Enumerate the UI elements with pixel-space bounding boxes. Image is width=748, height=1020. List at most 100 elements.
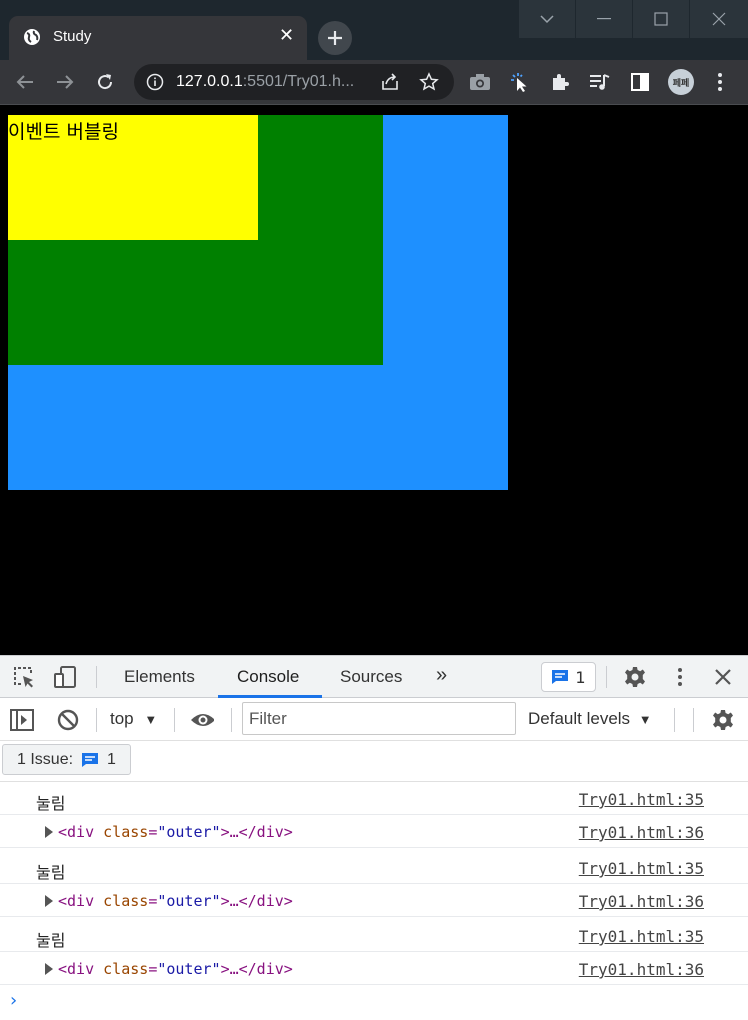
gear-icon (625, 667, 645, 687)
dropdown-arrow-icon: ▼ (638, 712, 652, 727)
url-path: :5501/Try01.h... (242, 73, 355, 90)
log-element[interactable]: <div class="outer">…</div> (58, 892, 293, 910)
minimize-icon (597, 18, 611, 20)
tag-open: <div (58, 960, 104, 978)
close-tab-icon[interactable]: ✕ (279, 26, 294, 46)
log-source-link[interactable]: Try01.html:36 (579, 823, 704, 842)
expand-triangle-icon[interactable] (45, 826, 53, 838)
share-icon[interactable] (380, 73, 400, 91)
console-message: 눌림 Try01.html:35 (0, 851, 748, 884)
tag-close: >…</div> (220, 960, 293, 978)
camera-icon (470, 74, 490, 90)
context-selector[interactable]: top ▼ (110, 709, 157, 729)
log-source-link[interactable]: Try01.html:35 (579, 790, 704, 809)
url-text[interactable]: 127.0.0.1:5501/Try01.h... (176, 73, 354, 91)
show-sidebar-button[interactable] (10, 708, 34, 732)
issues-button[interactable]: 1 Issue: 1 (2, 744, 131, 775)
log-source-link[interactable]: Try01.html:35 (579, 859, 704, 878)
info-icon[interactable] (146, 73, 164, 91)
more-tabs-button[interactable]: » (436, 664, 447, 687)
attr-name: class (103, 960, 149, 978)
new-tab-button[interactable] (318, 21, 352, 55)
console-message: 눌림 Try01.html:35 (0, 919, 748, 952)
inspect-icon (14, 667, 33, 688)
tag-close: >…</div> (220, 823, 293, 841)
puzzle-icon (553, 74, 569, 90)
inner-box[interactable]: 이벤트 버블링 (8, 115, 258, 240)
log-source-link[interactable]: Try01.html:36 (579, 960, 704, 979)
devtools-menu-button[interactable] (668, 665, 692, 689)
minimize-button[interactable] (576, 0, 632, 38)
message-icon (552, 670, 569, 684)
console-toolbar: top ▼ Default levels ▼ (0, 698, 748, 741)
devtools-settings-button[interactable] (623, 665, 647, 689)
more-vertical-icon (678, 668, 682, 686)
address-bar[interactable]: 127.0.0.1:5501/Try01.h... (134, 64, 454, 100)
log-text: 눌림 (36, 794, 66, 813)
device-toolbar-button[interactable] (53, 665, 77, 689)
separator (606, 666, 607, 688)
star-icon[interactable] (419, 72, 439, 92)
outer-box[interactable]: 이벤트 버블링 (8, 115, 508, 490)
tab-search-button[interactable] (519, 0, 575, 38)
forward-button[interactable] (53, 70, 77, 94)
inner-box-label: 이벤트 버블링 (8, 121, 119, 143)
maximize-button[interactable] (633, 0, 689, 38)
page-viewport: 이벤트 버블링 (0, 106, 748, 655)
reload-icon (98, 74, 113, 90)
tab-console[interactable]: Console (237, 667, 299, 687)
log-element[interactable]: <div class="outer">…</div> (58, 960, 293, 978)
side-panel-button[interactable] (628, 70, 652, 94)
more-vertical-icon (718, 73, 722, 91)
attr-eq: = (148, 892, 158, 910)
tab-elements[interactable]: Elements (124, 667, 195, 687)
attr-value: "outer" (157, 823, 221, 841)
attr-name: class (103, 892, 149, 910)
separator (174, 708, 175, 732)
tab-sources[interactable]: Sources (340, 667, 402, 687)
side-panel-icon (631, 73, 649, 91)
filter-box[interactable] (242, 702, 516, 735)
live-expression-button[interactable] (190, 708, 214, 732)
middle-box[interactable]: 이벤트 버블링 (8, 115, 383, 365)
cursor-extension-button[interactable] (508, 70, 532, 94)
media-controls-button[interactable] (588, 70, 612, 94)
close-window-button[interactable] (690, 0, 748, 38)
browser-menu-button[interactable] (708, 70, 732, 94)
playlist-icon (590, 74, 610, 90)
issues-count: 1 (107, 750, 116, 768)
log-element[interactable]: <div class="outer">…</div> (58, 823, 293, 841)
close-icon (715, 669, 731, 685)
expand-triangle-icon[interactable] (45, 963, 53, 975)
log-source-link[interactable]: Try01.html:36 (579, 892, 704, 911)
log-source-link[interactable]: Try01.html:35 (579, 927, 704, 946)
clear-console-button[interactable] (56, 708, 80, 732)
filter-input[interactable] (243, 703, 515, 734)
separator (674, 708, 675, 732)
arrow-left-icon (16, 75, 33, 89)
close-devtools-button[interactable] (711, 665, 735, 689)
extensions-button[interactable] (548, 70, 572, 94)
screenshot-extension-button[interactable] (468, 70, 492, 94)
profile-avatar[interactable]: 페페 (668, 69, 694, 95)
issues-label: 1 Issue: (17, 750, 74, 768)
back-button[interactable] (13, 70, 37, 94)
attr-value: "outer" (157, 892, 221, 910)
expand-triangle-icon[interactable] (45, 895, 53, 907)
tag-close: >…</div> (220, 892, 293, 910)
console-message[interactable]: <div class="outer">…</div> Try01.html:36 (0, 884, 748, 917)
tag-open: <div (58, 823, 104, 841)
console-settings-button[interactable] (711, 708, 735, 732)
inspect-element-button[interactable] (12, 665, 36, 689)
log-levels-dropdown[interactable]: Default levels ▼ (528, 709, 652, 729)
browser-toolbar: 127.0.0.1:5501/Try01.h... 페페 (0, 60, 748, 105)
issues-counter-button[interactable]: 1 (541, 662, 596, 692)
maximize-icon (654, 12, 668, 26)
window-titlebar: Study ✕ (0, 0, 748, 60)
console-message[interactable]: <div class="outer">…</div> Try01.html:36 (0, 952, 748, 985)
cursor-click-icon (511, 73, 527, 92)
reload-button[interactable] (93, 70, 117, 94)
console-message[interactable]: <div class="outer">…</div> Try01.html:36 (0, 815, 748, 848)
console-prompt[interactable]: › (10, 990, 17, 1011)
browser-tab[interactable]: Study ✕ (9, 16, 307, 60)
